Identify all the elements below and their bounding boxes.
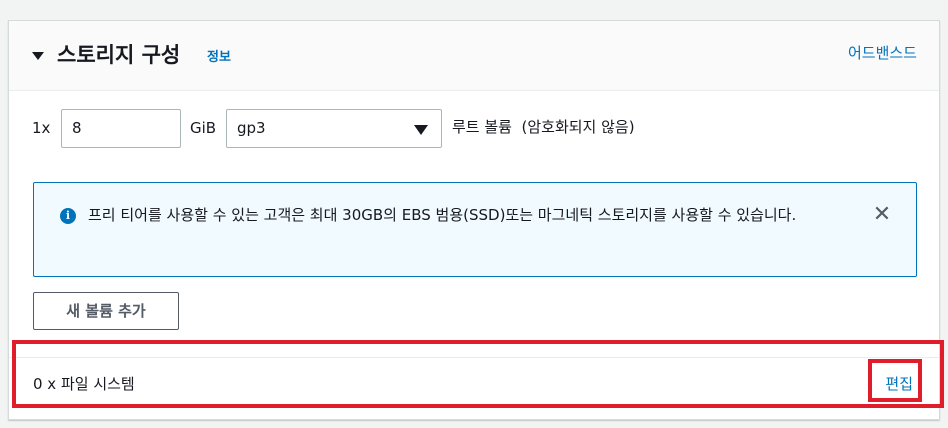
size-unit-label: GiB [190,119,217,137]
info-icon: i [60,208,76,224]
volume-size-input[interactable]: 8 [61,109,181,148]
add-volume-button[interactable]: 새 볼륨 추가 [33,292,179,330]
info-link[interactable]: 정보 [207,49,231,67]
volume-type-select[interactable]: gp3 [226,109,442,148]
caret-down-icon[interactable] [32,52,44,60]
alert-message: 프리 티어를 사용할 수 있는 고객은 최대 30GB의 EBS 범용(SSD)… [88,206,797,224]
panel-header: 스토리지 구성 정보 어드밴스드 [9,21,939,91]
volume-type-value: gp3 [237,119,266,137]
root-volume-label: 루트 볼륨 (암호화되지 않음) [452,118,635,136]
edit-file-systems-link[interactable]: 편집 [885,373,913,395]
panel-title[interactable]: 스토리지 구성 [57,40,180,70]
advanced-link[interactable]: 어드밴스드 [848,42,917,64]
file-systems-section: 0 x 파일 시스템 편집 [9,357,939,419]
free-tier-alert: i 프리 티어를 사용할 수 있는 고객은 최대 30GB의 EBS 범용(SS… [33,182,917,277]
close-icon[interactable]: ✕ [870,203,894,227]
chevron-down-icon [414,125,428,135]
file-systems-label: 0 x 파일 시스템 [33,375,135,393]
storage-config-panel: 스토리지 구성 정보 어드밴스드 1x 8 GiB gp3 루트 볼륨 (암호화… [8,20,940,420]
volume-count-label: 1x [32,119,51,137]
